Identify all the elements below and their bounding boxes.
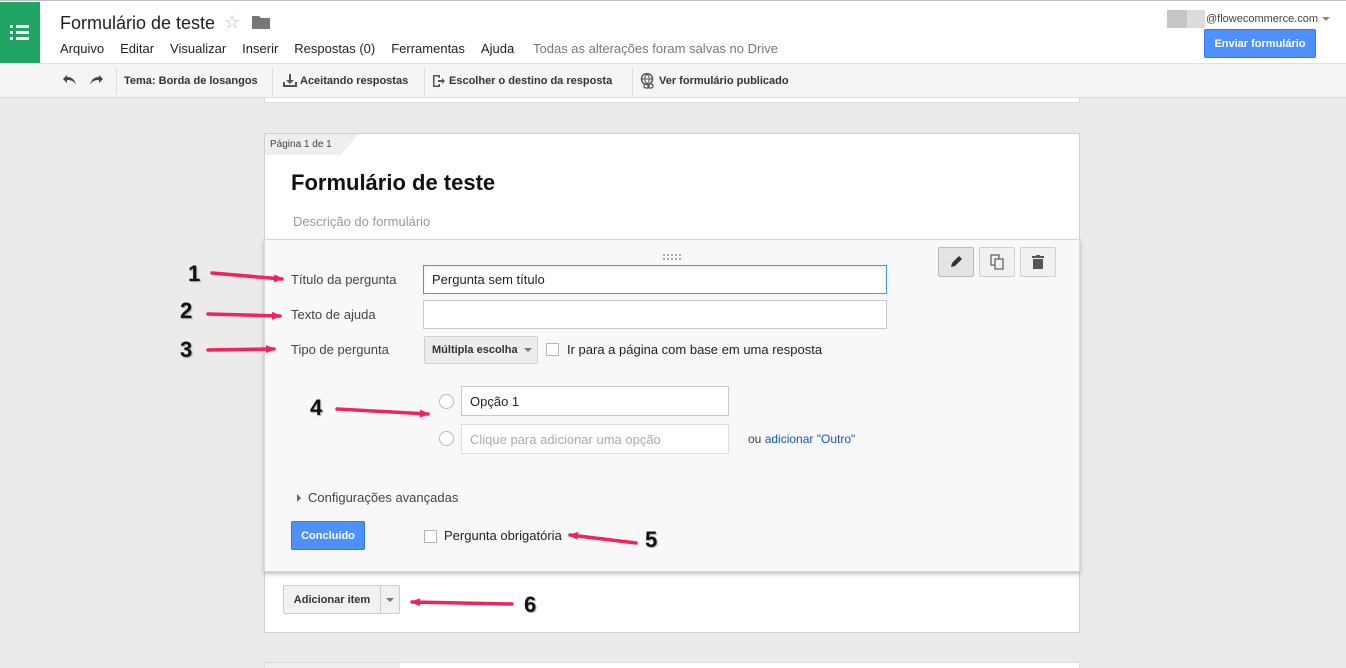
- toolbar-divider: [272, 68, 273, 95]
- annotation-number: 2: [180, 298, 193, 323]
- question-title-label: Título da pergunta: [291, 272, 397, 287]
- next-page-tab: [265, 663, 400, 668]
- star-icon[interactable]: ☆: [224, 12, 240, 33]
- required-checkbox[interactable]: [424, 530, 437, 543]
- or-text: ou: [748, 432, 762, 446]
- annotation-number: 3: [180, 337, 193, 362]
- option-1-input[interactable]: [461, 386, 729, 416]
- next-card-edge: [264, 662, 1080, 668]
- menu-bar: Arquivo Editar Visualizar Inserir Respos…: [60, 41, 530, 56]
- save-status: Todas as alterações foram salvas no Driv…: [533, 41, 778, 56]
- forms-logo-icon[interactable]: [0, 2, 40, 63]
- add-item-label: Adicionar item: [284, 586, 381, 613]
- download-tray-icon: [283, 74, 297, 87]
- choose-destination-button[interactable]: Escolher o destino da resposta: [432, 64, 612, 97]
- accepting-responses-button[interactable]: Aceitando respostas: [283, 64, 408, 97]
- avatar: [1167, 10, 1187, 28]
- choose-destination-label: Escolher o destino da resposta: [449, 74, 613, 87]
- done-button[interactable]: Concluído: [291, 521, 365, 550]
- option-radio: [439, 394, 454, 409]
- add-other-link[interactable]: adicionar "Outro": [765, 432, 856, 446]
- help-text-label: Texto de ajuda: [291, 307, 376, 322]
- undo-icon[interactable]: [62, 73, 78, 90]
- add-item-dropdown[interactable]: [381, 586, 399, 613]
- copy-icon: [990, 254, 1004, 270]
- menu-editar[interactable]: Editar: [120, 41, 154, 56]
- accepting-responses-label: Aceitando respostas: [300, 74, 409, 87]
- app-header: Formulário de teste ☆ Arquivo Editar Vis…: [0, 0, 1346, 63]
- drag-handle-icon[interactable]: [663, 248, 683, 263]
- delete-question-button[interactable]: [1020, 247, 1056, 277]
- annotation-number: 4: [310, 395, 323, 420]
- account-email: @flowecommerce.com: [1206, 13, 1319, 25]
- menu-arquivo[interactable]: Arquivo: [60, 41, 104, 56]
- form-description[interactable]: Descrição do formulário: [293, 214, 430, 229]
- chevron-down-icon: [1322, 17, 1331, 21]
- trash-icon: [1032, 255, 1044, 269]
- menu-ajuda[interactable]: Ajuda: [481, 41, 514, 56]
- annotation-number: 5: [645, 527, 658, 552]
- account-switcher[interactable]: @flowecommerce.com: [1167, 10, 1331, 28]
- question-type-select[interactable]: Múltipla escolha: [424, 336, 538, 364]
- chevron-down-icon: [523, 348, 532, 352]
- question-type-value: Múltipla escolha: [432, 344, 518, 356]
- form-title[interactable]: Formulário de teste: [291, 170, 495, 196]
- redo-icon[interactable]: [88, 73, 104, 90]
- toolbar-divider: [632, 68, 633, 95]
- duplicate-question-button[interactable]: [979, 247, 1015, 277]
- page-indicator: Página 1 de 1: [270, 139, 332, 150]
- avatar-redacted: [1187, 10, 1205, 28]
- view-published-label: Ver formulário publicado: [659, 74, 789, 87]
- previous-card-edge: [264, 98, 1080, 103]
- menu-ferramentas[interactable]: Ferramentas: [391, 41, 465, 56]
- option-radio: [439, 431, 454, 446]
- go-to-page-label: Ir para a página com base em uma respost…: [567, 342, 823, 357]
- question-type-label: Tipo de pergunta: [291, 342, 389, 357]
- document-title[interactable]: Formulário de teste: [60, 13, 215, 34]
- chevron-down-icon: [386, 597, 394, 602]
- globe-link-icon: [640, 72, 654, 89]
- add-other-container: ou adicionar "Outro": [748, 432, 855, 446]
- folder-icon[interactable]: [252, 15, 270, 32]
- menu-respostas[interactable]: Respostas (0): [294, 41, 375, 56]
- edit-question-button[interactable]: [938, 247, 974, 277]
- question-title-input[interactable]: [423, 265, 887, 294]
- send-form-button[interactable]: Enviar formulário: [1204, 29, 1316, 58]
- export-icon: [433, 74, 445, 87]
- add-item-button[interactable]: Adicionar item: [283, 585, 400, 614]
- toolbar-divider: [424, 68, 425, 95]
- annotation-number: 6: [524, 592, 537, 617]
- required-label: Pergunta obrigatória: [444, 528, 562, 543]
- pencil-icon: [951, 256, 962, 267]
- advanced-settings-toggle[interactable]: Configurações avançadas: [297, 490, 458, 505]
- menu-visualizar[interactable]: Visualizar: [170, 41, 226, 56]
- help-text-input[interactable]: [423, 300, 887, 329]
- toolbar: Tema: Borda de losangos Aceitando respos…: [0, 63, 1346, 98]
- theme-label: Tema: Borda de losangos: [124, 74, 258, 87]
- add-option-input[interactable]: [461, 424, 729, 454]
- annotation-number: 1: [188, 261, 201, 286]
- toolbar-divider: [116, 68, 117, 95]
- question-editor: Título da pergunta Texto de ajuda Tipo d…: [264, 239, 1080, 572]
- chevron-right-icon: [297, 493, 301, 502]
- theme-button[interactable]: Tema: Borda de losangos: [124, 64, 258, 97]
- go-to-page-checkbox[interactable]: [546, 343, 559, 356]
- view-published-button[interactable]: Ver formulário publicado: [640, 64, 789, 97]
- advanced-settings-label: Configurações avançadas: [308, 490, 459, 505]
- menu-inserir[interactable]: Inserir: [242, 41, 278, 56]
